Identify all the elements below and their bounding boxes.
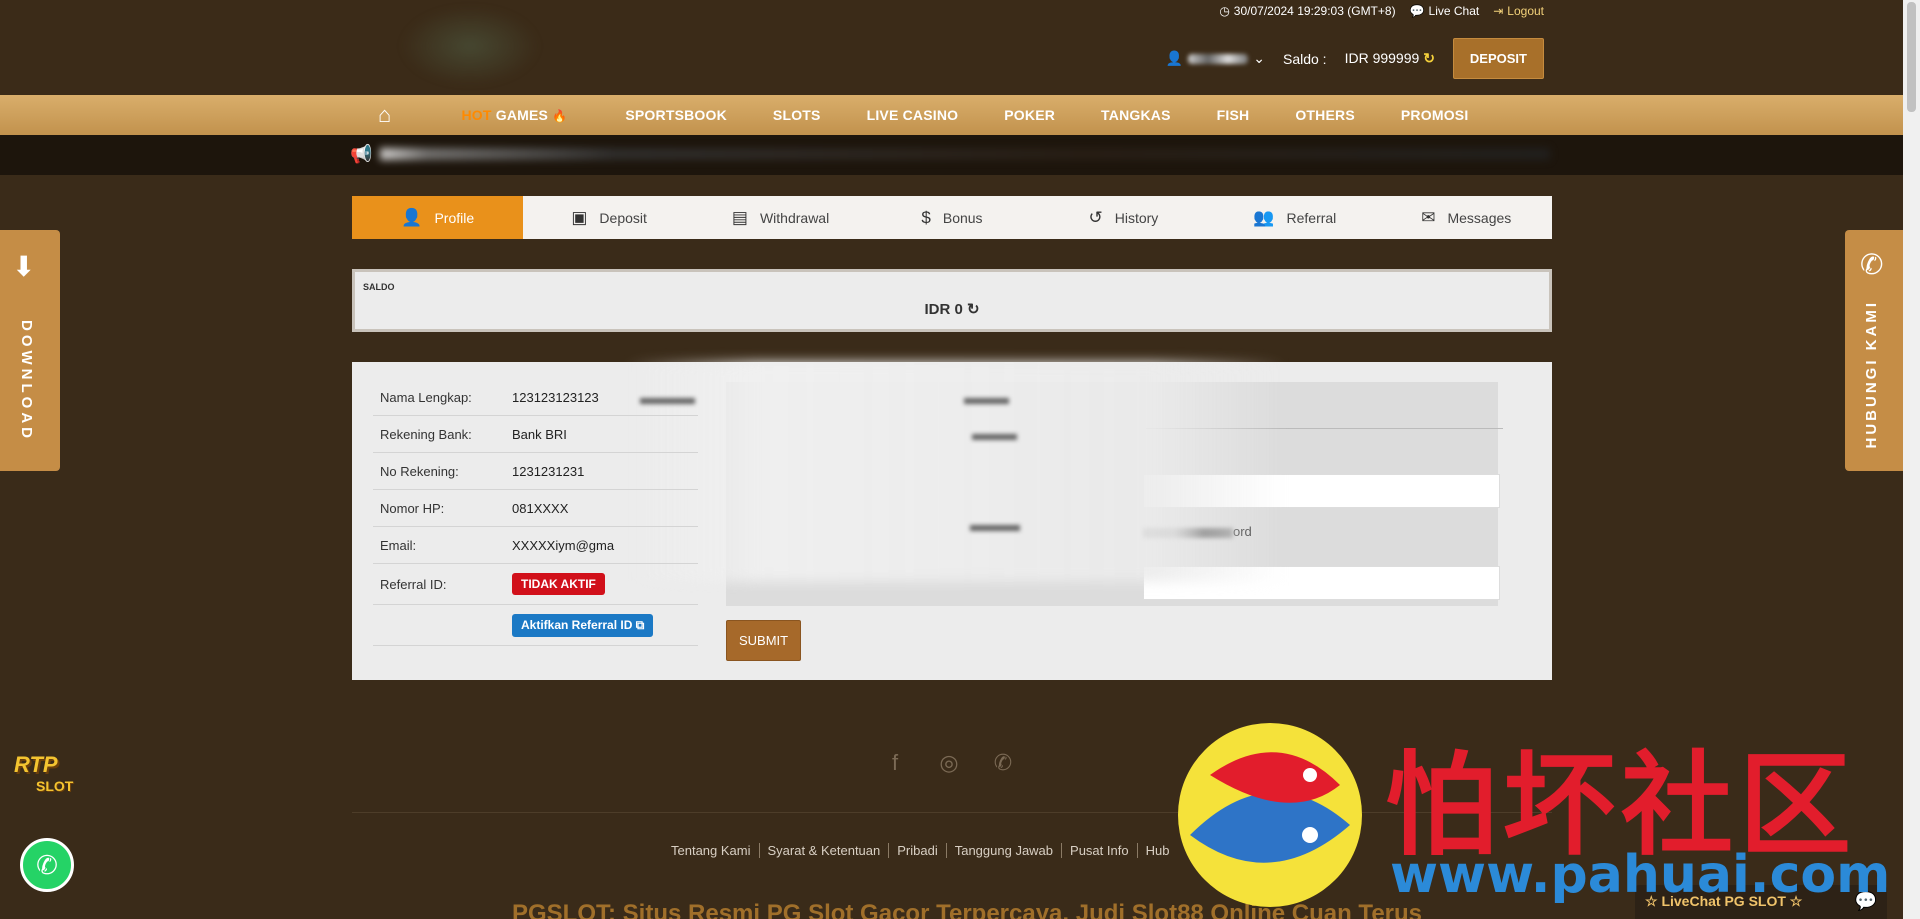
whatsapp-float-button[interactable]: ✆ xyxy=(20,838,74,892)
submit-button[interactable]: SUBMIT xyxy=(726,620,802,661)
tab-referral[interactable]: 👥 Referral xyxy=(1209,196,1380,239)
nav-promosi[interactable]: PROMOSI xyxy=(1401,107,1469,123)
megaphone-icon: 📢 xyxy=(350,144,373,164)
table-row: Rekening Bank: Bank BRI xyxy=(373,416,698,453)
logout-link[interactable]: ⇥ Logout xyxy=(1493,4,1544,18)
chat-icon: 💬 xyxy=(1409,4,1425,18)
nav-fish[interactable]: FISH xyxy=(1217,107,1250,123)
instagram-icon[interactable]: ◎ xyxy=(938,750,960,775)
phone-icon: ✆ xyxy=(1860,249,1884,280)
wallet-icon: ▣ xyxy=(571,207,588,227)
envelope-icon: ✉ xyxy=(1421,207,1436,227)
clock-icon: ◷ xyxy=(1219,4,1230,18)
tab-withdrawal[interactable]: ▤ Withdrawal xyxy=(695,196,866,239)
account-tabs: 👤 Profile ▣ Deposit ▤ Withdrawal $ Bonus ↺ Hi… xyxy=(352,196,1552,239)
datetime: ◷ 30/07/2024 19:29:03 (GMT+8) xyxy=(1219,4,1396,18)
tab-messages[interactable]: ✉ Messages xyxy=(1381,196,1552,239)
blurred-overlay xyxy=(625,362,1285,582)
tab-history[interactable]: ↺ History xyxy=(1038,196,1209,239)
user-menu[interactable]: 👤 ⌄ xyxy=(1166,50,1265,67)
nav-tangkas[interactable]: TANGKAS xyxy=(1101,107,1171,123)
rtp-slot-logo[interactable]: RTP SLOT xyxy=(14,752,94,802)
nav-slots[interactable]: SLOTS xyxy=(773,107,821,123)
tab-profile[interactable]: 👤 Profile xyxy=(352,196,524,239)
footer-link[interactable]: Pusat Info xyxy=(1062,843,1138,858)
nav-sportsbook[interactable]: SPORTSBOOK xyxy=(625,107,727,123)
footer-divider xyxy=(352,812,1552,813)
refresh-icon[interactable]: ↻ xyxy=(1423,50,1435,66)
nav-poker[interactable]: POKER xyxy=(1004,107,1055,123)
livechat-widget[interactable]: ☆ LiveChat PG SLOT ☆ 💬 xyxy=(1635,885,1887,919)
social-links: f ◎ ✆ xyxy=(884,750,1014,775)
users-icon: 👥 xyxy=(1253,207,1275,227)
table-row: Nomor HP: 081XXXX xyxy=(373,490,698,527)
history-icon: ↺ xyxy=(1088,207,1103,227)
logout-icon: ⇥ xyxy=(1493,4,1504,18)
home-icon[interactable]: ⌂ xyxy=(378,102,392,128)
nav-others[interactable]: OTHERS xyxy=(1295,107,1355,123)
marquee-text-blurred xyxy=(380,148,1550,160)
money-icon: ▤ xyxy=(731,207,748,227)
footer-link[interactable]: Pribadi xyxy=(889,843,947,858)
saldo-label: Saldo : xyxy=(1282,50,1327,67)
footer-link[interactable]: Syarat & Ketentuan xyxy=(760,843,890,858)
saldo-value: IDR 999999 ↻ xyxy=(1344,50,1435,66)
main-nav: ⌂ HOT GAMES 🔥 SPORTSBOOK SLOTS LIVE CASI… xyxy=(0,95,1920,135)
table-row: No Rekening: 1231231231 xyxy=(373,453,698,490)
nav-hot-games[interactable]: HOT GAMES 🔥 xyxy=(462,107,568,123)
table-row: Referral ID: TIDAK AKTIF xyxy=(373,564,698,605)
redaction-smudge xyxy=(964,398,1009,404)
username-blurred xyxy=(1188,53,1249,64)
tab-deposit[interactable]: ▣ Deposit xyxy=(523,196,694,239)
footer-link[interactable]: Tanggung Jawab xyxy=(947,843,1063,858)
footer-link[interactable]: Tentang Kami xyxy=(663,843,760,858)
top-info-bar: ◷ 30/07/2024 19:29:03 (GMT+8) 💬 Live Chat … xyxy=(1219,4,1544,18)
chat-bubble-icon: 💬 xyxy=(1854,891,1877,911)
announcement-marquee: 📢 xyxy=(0,135,1920,175)
footer-link[interactable]: Hub xyxy=(1138,843,1178,858)
saldo-panel-label: SALDO xyxy=(363,282,395,292)
referral-status-badge: TIDAK AKTIF xyxy=(512,573,605,595)
download-side-button[interactable]: ⬇ DOWNLOAD xyxy=(0,230,60,471)
user-row: 👤 ⌄ Saldo : IDR 999999 ↻ DEPOSIT xyxy=(1166,38,1544,79)
saldo-panel: SALDO IDR 0 ↻ xyxy=(352,269,1552,332)
chevron-down-icon: ⌄ xyxy=(1253,50,1265,66)
external-link-icon: ⧉ xyxy=(635,617,645,632)
whatsapp-icon[interactable]: ✆ xyxy=(992,750,1014,775)
refresh-icon[interactable]: ↻ xyxy=(967,301,980,318)
live-chat-link[interactable]: 💬 Live Chat xyxy=(1410,4,1480,18)
facebook-icon[interactable]: f xyxy=(884,750,906,775)
redaction-smudge xyxy=(970,525,1020,531)
watermark-chinese: 怕坏社区 xyxy=(1385,741,1857,871)
user-icon: 👤 xyxy=(1165,50,1184,66)
contact-side-button[interactable]: ✆ HUBUNGI KAMI xyxy=(1845,230,1905,471)
fire-icon: 🔥 xyxy=(552,109,568,123)
deposit-button[interactable]: DEPOSIT xyxy=(1452,38,1544,79)
redaction-smudge xyxy=(972,434,1017,440)
dollar-icon: $ xyxy=(921,207,931,227)
profile-info-table: Nama Lengkap: 123123123123 Rekening Bank:… xyxy=(373,379,698,646)
table-row: Email: XXXXXiym@gma xyxy=(373,527,698,564)
redaction-smudge xyxy=(640,398,695,404)
activate-referral-button[interactable]: Aktifkan Referral ID ⧉ xyxy=(512,613,654,637)
footer-links: Tentang Kami Syarat & Ketentuan Pribadi … xyxy=(663,843,1177,858)
nav-live-casino[interactable]: LIVE CASINO xyxy=(867,107,959,123)
whatsapp-icon: ✆ xyxy=(36,849,58,880)
fish-logo-icon xyxy=(1178,723,1362,907)
scrollbar-thumb[interactable] xyxy=(1907,2,1916,112)
user-icon: 👤 xyxy=(401,207,423,227)
top-bar: ◷ 30/07/2024 19:29:03 (GMT+8) 💬 Live Chat … xyxy=(0,0,1920,95)
tab-bonus[interactable]: $ Bonus xyxy=(866,196,1037,239)
download-icon: ⬇ xyxy=(12,251,36,282)
footer-title: PGSLOT: Situs Resmi PG Slot Gacor Terper… xyxy=(512,900,1423,919)
scrollbar[interactable] xyxy=(1903,0,1920,919)
saldo-panel-value: IDR 0 ↻ xyxy=(924,301,980,318)
profile-panel: ord Nama Lengkap:123123123123 Rekening B… xyxy=(352,362,1552,680)
site-logo[interactable] xyxy=(400,6,540,86)
table-row: Aktifkan Referral ID ⧉ xyxy=(373,605,698,646)
